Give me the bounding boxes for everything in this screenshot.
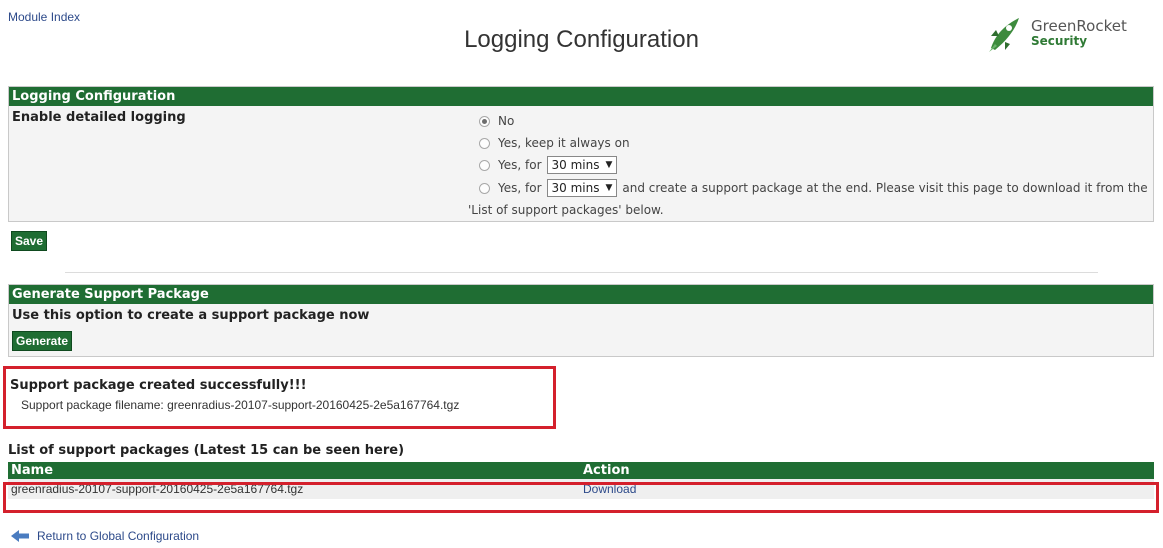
option-label: Yes, keep it always on [498, 136, 630, 150]
greenrocket-logo: GreenRocket Security [985, 14, 1127, 54]
module-index-link[interactable]: Module Index [8, 10, 80, 24]
enable-logging-label: Enable detailed logging [12, 110, 186, 125]
packages-heading: List of support packages (Latest 15 can … [8, 443, 405, 458]
generate-description: Use this option to create a support pack… [12, 308, 370, 323]
package-row-highlight-box [3, 482, 1159, 513]
package-filename: Support package filename: greenradius-20… [21, 398, 460, 412]
save-button[interactable]: Save [11, 231, 48, 251]
duration-select[interactable]: 30 mins ▼ [546, 156, 618, 174]
dropdown-arrow-icon: ▼ [605, 160, 613, 170]
return-global-config-link[interactable]: Return to Global Configuration [37, 529, 199, 543]
duration-package-select[interactable]: 30 mins ▼ [546, 179, 618, 197]
table-header-row: Name Action [8, 462, 1154, 479]
logging-option-timed-package[interactable]: Yes, for 30 mins ▼ and create a support p… [479, 179, 1148, 197]
generate-panel: Generate Support Package Use this option… [8, 284, 1154, 357]
radio-no[interactable] [479, 115, 490, 127]
generate-panel-title: Generate Support Package [9, 285, 1153, 304]
logo-subtitle: Security [1031, 34, 1088, 48]
radio-always-on[interactable] [479, 137, 490, 149]
option-label: No [498, 114, 515, 128]
logo-name: GreenRocket [1031, 17, 1127, 35]
option-label: Yes, for [498, 181, 542, 195]
option-label-suffix: and create a support package at the end.… [622, 181, 1148, 195]
dropdown-arrow-icon: ▼ [605, 183, 613, 193]
logging-option-no[interactable]: No [479, 112, 514, 130]
success-heading: Support package created successfully!!! [10, 378, 307, 393]
generate-button[interactable]: Generate [12, 331, 73, 351]
radio-timed-package[interactable] [479, 182, 490, 194]
logging-panel-title: Logging Configuration [9, 87, 1153, 106]
return-link-row[interactable]: Return to Global Configuration [11, 529, 199, 543]
option-label: Yes, for [498, 158, 542, 172]
column-header-action: Action [580, 462, 1154, 479]
section-divider [65, 272, 1098, 273]
logging-option-always-on[interactable]: Yes, keep it always on [479, 134, 630, 152]
logging-option-timed[interactable]: Yes, for 30 mins ▼ [479, 156, 622, 174]
column-header-name: Name [8, 462, 580, 479]
back-arrow-icon [11, 530, 29, 542]
rocket-icon [989, 18, 1019, 52]
radio-timed[interactable] [479, 159, 490, 171]
option-label-line2: 'List of support packages' below. [468, 203, 664, 217]
logging-panel: Logging Configuration Enable detailed lo… [8, 86, 1154, 222]
